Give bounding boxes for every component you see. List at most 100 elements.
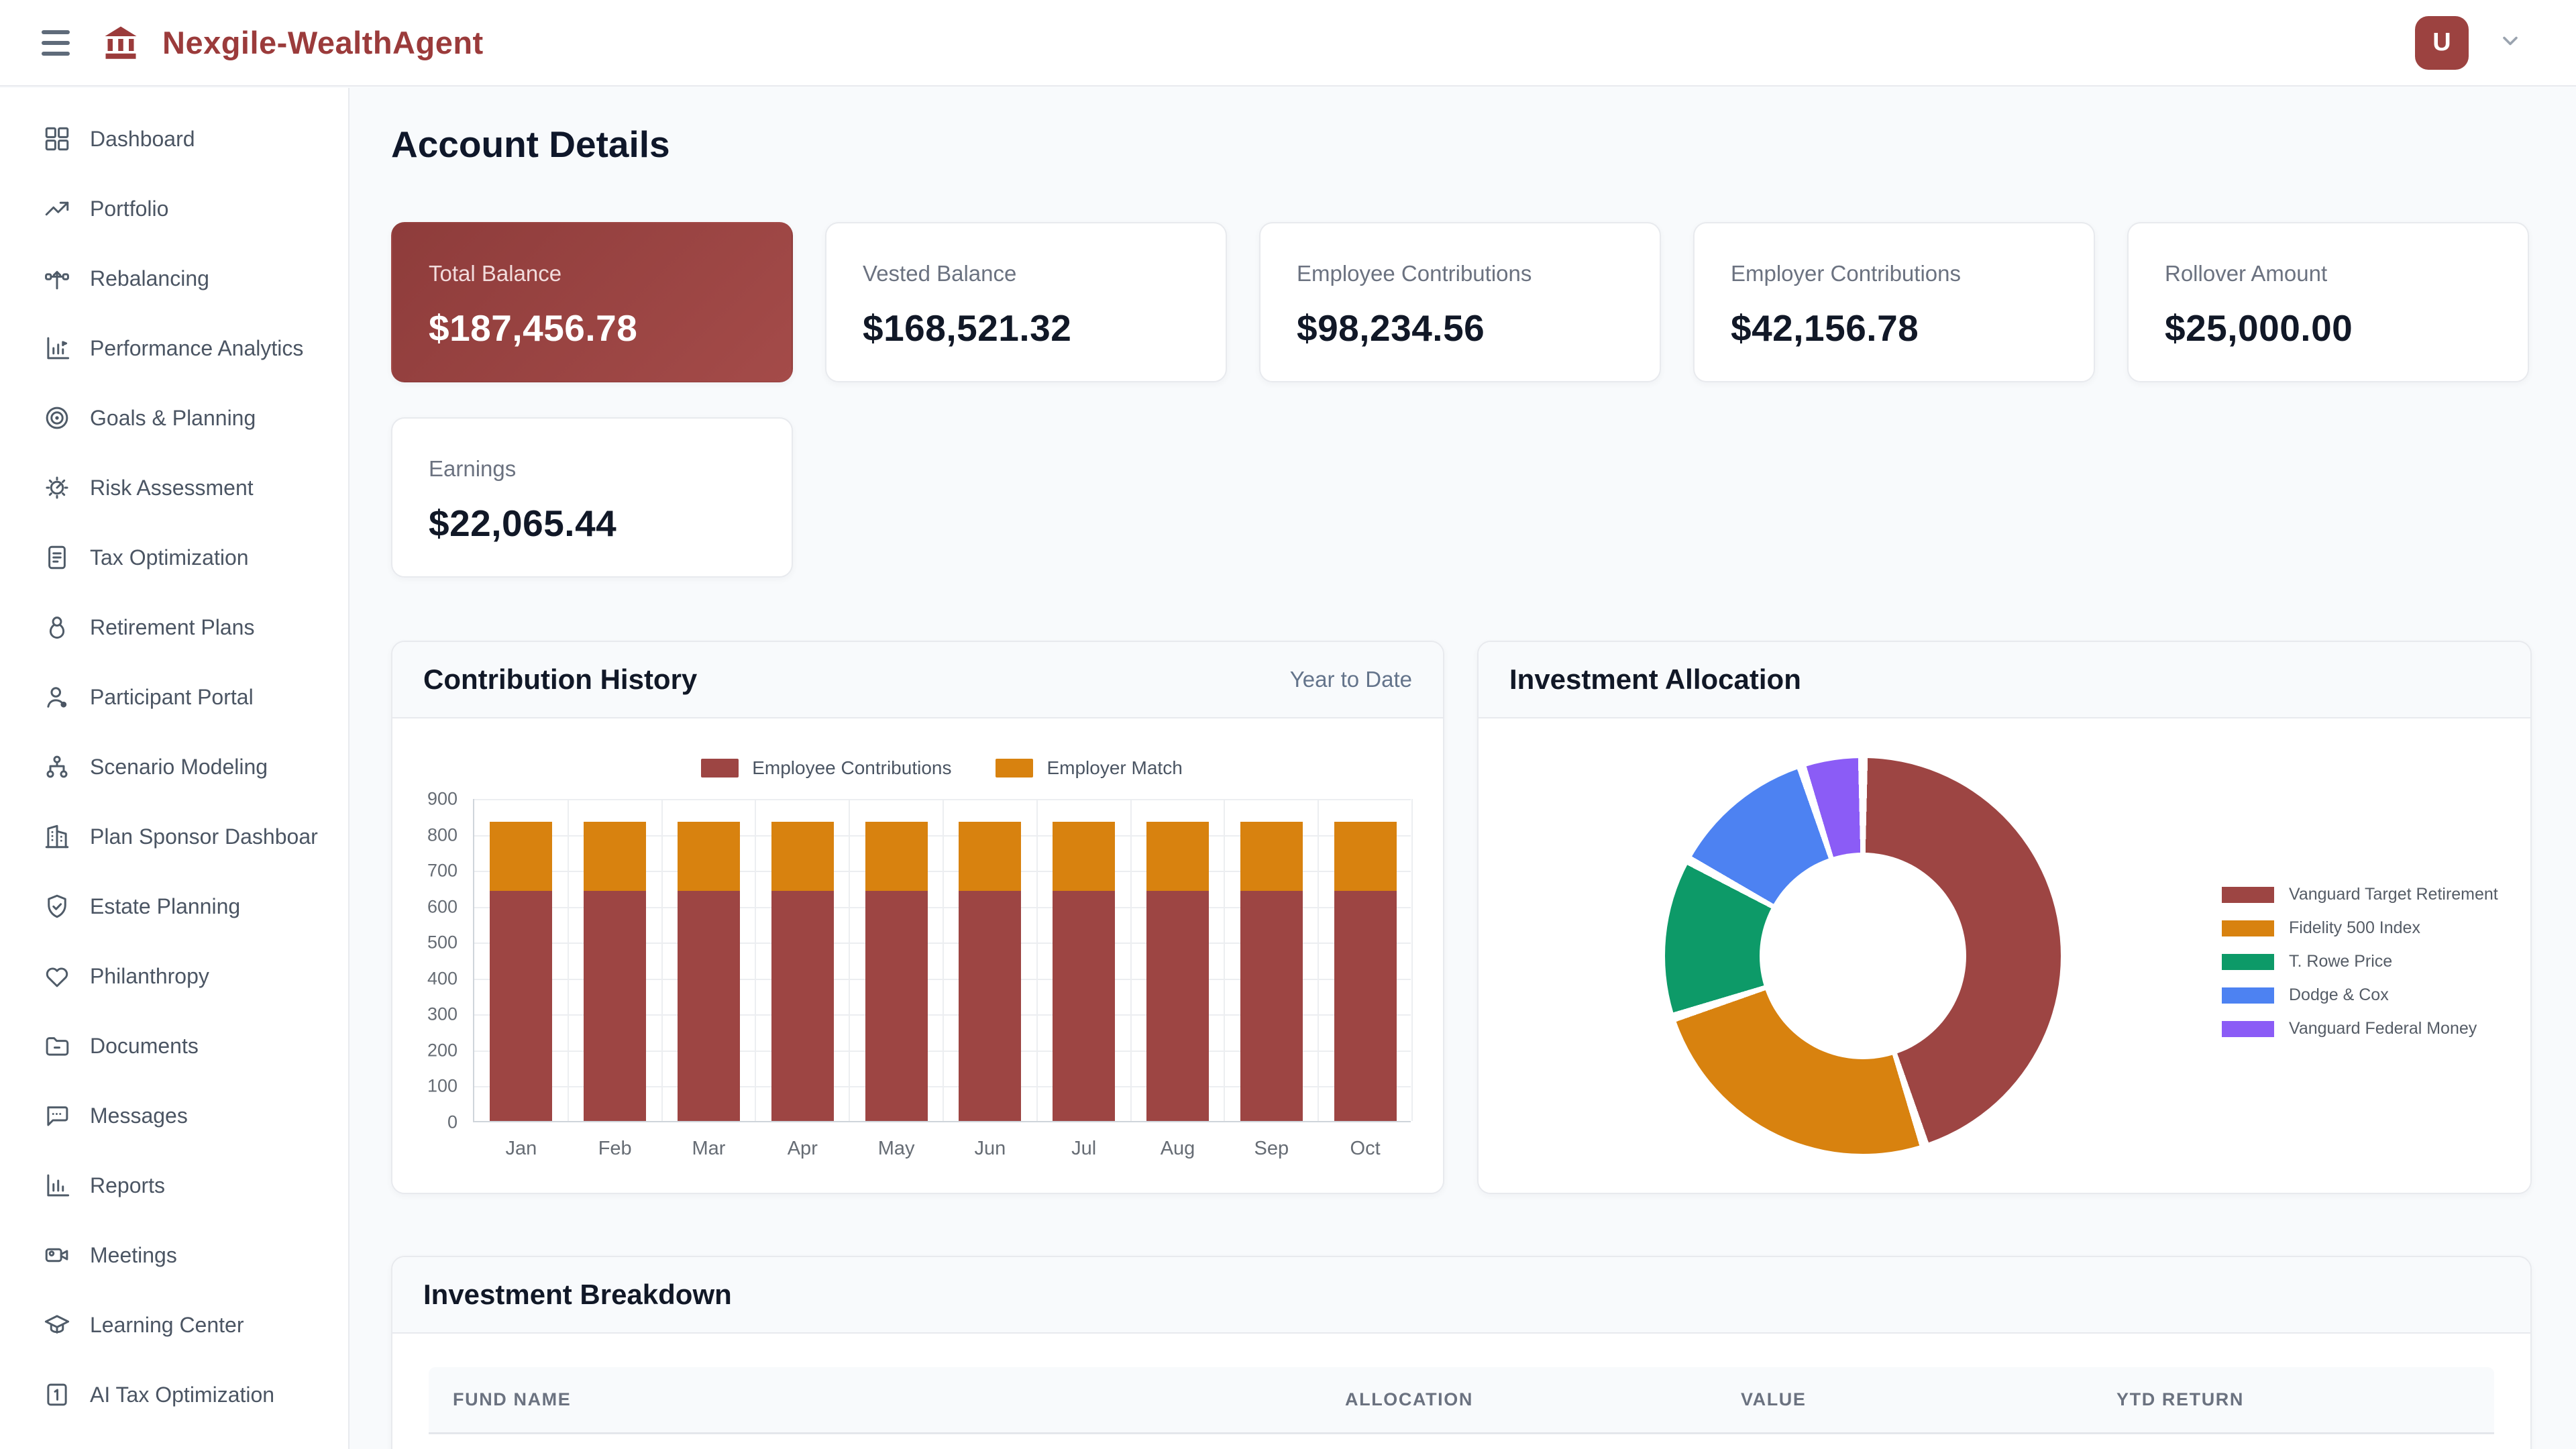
legend-item-dodge-cox: Dodge & Cox — [2222, 985, 2498, 1005]
header-right: U — [2415, 16, 2576, 70]
gridline — [1411, 799, 1413, 1121]
sidebar-item-retirement-plans[interactable]: Retirement Plans — [0, 592, 348, 662]
sidebar-item-philanthropy[interactable]: Philanthropy — [0, 941, 348, 1011]
legend-swatch — [996, 759, 1033, 777]
avatar[interactable]: U — [2415, 16, 2469, 70]
sidebar-item-dashboard[interactable]: Dashboard — [0, 104, 348, 174]
sidebar-item-goals-planning[interactable]: Goals & Planning — [0, 383, 348, 453]
message-icon — [43, 1102, 71, 1130]
sidebar-item-label: Learning Center — [90, 1313, 244, 1338]
x-axis-label: Jun — [943, 1138, 1037, 1160]
legend-item-t-rowe-price: T. Rowe Price — [2222, 952, 2498, 971]
sidebar-item-tax-optimization[interactable]: Tax Optimization — [0, 523, 348, 592]
sidebar-item-meetings[interactable]: Meetings — [0, 1220, 348, 1290]
column-header-ytd-return: YTD RETURN — [2116, 1389, 2494, 1410]
investment-allocation-header: Investment Allocation — [1479, 642, 2530, 718]
sidebar-nav: Dashboard Portfolio Rebalancing Performance… — [0, 104, 348, 1430]
bar-segment-employer-match — [678, 822, 740, 891]
legend-swatch — [2222, 954, 2274, 970]
sidebar-item-participant-portal[interactable]: Participant Portal — [0, 662, 348, 732]
legend-label: Vanguard Federal Money — [2289, 1019, 2477, 1038]
gridline — [1224, 799, 1225, 1121]
sidebar-item-documents[interactable]: Documents — [0, 1011, 348, 1081]
investment-breakdown-body: FUND NAMEALLOCATIONVALUEYTD RETURN — [392, 1334, 2530, 1449]
sidebar-item-label: Retirement Plans — [90, 615, 254, 640]
y-axis-tick: 300 — [391, 1004, 458, 1025]
sidebar-item-estate-planning[interactable]: Estate Planning — [0, 871, 348, 941]
stat-value: $187,456.78 — [429, 307, 755, 350]
sidebar-item-label: Meetings — [90, 1243, 177, 1268]
sidebar-item-risk-assessment[interactable]: Risk Assessment — [0, 453, 348, 523]
y-axis-tick: 400 — [391, 968, 458, 989]
stat-card-earnings: Earnings$22,065.44 — [391, 417, 793, 578]
stat-card-rollover-amount: Rollover Amount$25,000.00 — [2127, 222, 2529, 382]
sidebar-item-label: AI Tax Optimization — [90, 1383, 274, 1407]
stat-label: Employee Contributions — [1297, 261, 1623, 286]
sidebar-item-messages[interactable]: Messages — [0, 1081, 348, 1150]
legend-swatch — [701, 759, 739, 777]
investment-breakdown-header: Investment Breakdown — [392, 1257, 2530, 1334]
sidebar-item-reports[interactable]: Reports — [0, 1150, 348, 1220]
legend-swatch — [2222, 920, 2274, 936]
shield-check-icon — [43, 892, 71, 920]
bar-segment-employee-contributions — [678, 891, 740, 1121]
sidebar-item-performance-analytics[interactable]: Performance Analytics — [0, 313, 348, 383]
folder-icon — [43, 1032, 71, 1060]
bar-segment-employee-contributions — [1146, 891, 1209, 1121]
sidebar-item-label: Tax Optimization — [90, 545, 249, 570]
contribution-history-title: Contribution History — [423, 663, 697, 696]
bar-segment-employee-contributions — [1334, 891, 1397, 1121]
pawn-icon — [43, 613, 71, 641]
table-row — [429, 1434, 2494, 1449]
gridline — [849, 799, 850, 1121]
stat-card-total-balance: Total Balance$187,456.78 — [391, 222, 793, 382]
investment-allocation-panel: Investment Allocation Vanguard Target Re… — [1477, 641, 2532, 1194]
legend-swatch — [2222, 987, 2274, 1004]
gridline — [1130, 799, 1132, 1121]
legend-label: T. Rowe Price — [2289, 952, 2392, 971]
stat-label: Rollover Amount — [2165, 261, 2491, 286]
stat-label: Earnings — [429, 456, 755, 482]
heart-icon — [43, 962, 71, 990]
square-1-icon — [43, 1381, 71, 1409]
sidebar-item-label: Rebalancing — [90, 266, 209, 291]
sidebar-item-ai-tax-optimization[interactable]: AI Tax Optimization — [0, 1360, 348, 1430]
charts-row: Contribution History Year to Date Employ… — [391, 641, 2532, 1194]
column-header-fund-name: FUND NAME — [429, 1389, 1345, 1410]
sidebar-item-label: Dashboard — [90, 127, 195, 152]
y-axis-tick: 700 — [391, 861, 458, 881]
stat-card-employee-contributions: Employee Contributions$98,234.56 — [1259, 222, 1661, 382]
gridline — [568, 799, 569, 1121]
bar-segment-employer-match — [959, 822, 1021, 891]
legend-item-fidelity-500-index: Fidelity 500 Index — [2222, 918, 2498, 938]
stat-label: Employer Contributions — [1731, 261, 2057, 286]
sidebar-item-learning-center[interactable]: Learning Center — [0, 1290, 348, 1360]
x-axis-label: Jan — [474, 1138, 568, 1160]
stat-value: $168,521.32 — [863, 307, 1189, 350]
x-axis-label: May — [849, 1138, 943, 1160]
legend-item-vanguard-federal-money: Vanguard Federal Money — [2222, 1019, 2498, 1038]
x-axis-label: Apr — [755, 1138, 849, 1160]
app-title: Nexgile-WealthAgent — [162, 24, 484, 61]
y-axis-tick: 100 — [391, 1076, 458, 1097]
main-content: Account Details Total Balance$187,456.78… — [391, 88, 2532, 1449]
legend-label: Fidelity 500 Index — [2289, 918, 2420, 938]
gridline — [1318, 799, 1319, 1121]
gridline — [661, 799, 663, 1121]
menu-icon[interactable] — [42, 30, 70, 56]
contribution-history-period: Year to Date — [1290, 667, 1412, 692]
sidebar-item-scenario-modeling[interactable]: Scenario Modeling — [0, 732, 348, 802]
bar-segment-employee-contributions — [959, 891, 1021, 1121]
chevron-down-icon[interactable] — [2498, 29, 2522, 56]
x-axis-label: Mar — [662, 1138, 756, 1160]
grid-icon — [43, 125, 71, 153]
donut-legend: Vanguard Target RetirementFidelity 500 I… — [2222, 885, 2498, 1038]
sidebar-item-rebalancing[interactable]: Rebalancing — [0, 244, 348, 313]
sidebar-item-plan-sponsor-dashboar[interactable]: Plan Sponsor Dashboar — [0, 802, 348, 871]
bar-segment-employee-contributions — [584, 891, 646, 1121]
bar-segment-employer-match — [1146, 822, 1209, 891]
x-axis-label: Sep — [1224, 1138, 1318, 1160]
building-icon — [43, 822, 71, 851]
sidebar-item-portfolio[interactable]: Portfolio — [0, 174, 348, 244]
bar-segment-employee-contributions — [1053, 891, 1115, 1121]
